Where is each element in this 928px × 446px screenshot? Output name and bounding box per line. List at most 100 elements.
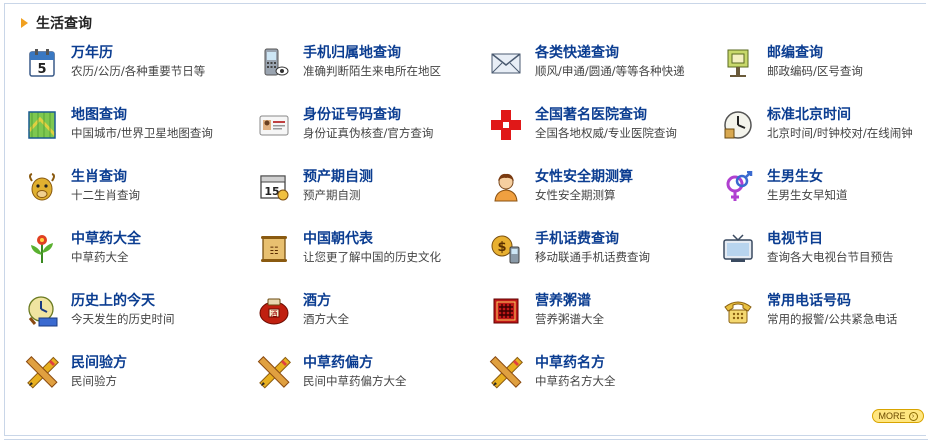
service-title-link[interactable]: 预产期自测 <box>303 168 373 186</box>
calendar-icon[interactable]: 5 <box>25 46 59 80</box>
service-text: 生肖查询 十二生肖查询 <box>71 168 140 204</box>
service-text: 各类快递查询顺风/申通/圆通/等等各种快递 <box>535 44 685 80</box>
service-title-link[interactable]: 手机话费查询 <box>535 230 650 248</box>
grid-row: 地图查询中国城市/世界卫星地图查询 身份证号码查询 身份证真伪核查/官方查询 全国著名… <box>25 106 925 156</box>
service-title-link[interactable]: 生肖查询 <box>71 168 140 186</box>
service-title-link[interactable]: 各类快递查询 <box>535 44 685 62</box>
service-text: 营养粥谱 营养粥谱大全 <box>535 292 604 328</box>
herb-icon[interactable] <box>25 232 59 266</box>
pencil-ruler-icon[interactable] <box>25 356 59 390</box>
service-title-link[interactable]: 身份证号码查询 <box>303 106 433 124</box>
svg-text:15: 15 <box>264 185 279 198</box>
service-title-link[interactable]: 地图查询 <box>71 106 213 124</box>
service-item[interactable]: 常用电话号码 常用的报警/公共紧急电话 <box>721 292 928 342</box>
service-description: 预产期自测 <box>303 188 361 202</box>
service-title-link[interactable]: 常用电话号码 <box>767 292 897 310</box>
service-description: 邮政编码/区号查询 <box>767 64 863 78</box>
red-cross-icon[interactable] <box>489 108 523 142</box>
service-item[interactable]: 中草药大全 中草药大全 <box>25 230 255 280</box>
history-icon[interactable] <box>25 294 59 328</box>
bottom-divider <box>4 439 928 440</box>
service-item[interactable]: 女性安全期测算 女性安全期测算 <box>489 168 719 218</box>
service-text: 全国著名医院查询 全国各地权威/专业医院查询 <box>535 106 677 142</box>
service-title-link[interactable]: 中草药大全 <box>71 230 141 248</box>
service-description: 今天发生的历史时间 <box>71 312 175 326</box>
mobile-phone-icon[interactable] <box>257 46 291 80</box>
service-title-link[interactable]: 酒方 <box>303 292 349 310</box>
service-item[interactable]: 中草药偏方民间中草药偏方大全 <box>257 354 487 404</box>
id-card-icon[interactable] <box>257 108 291 142</box>
scroll-icon[interactable]: ☷ <box>257 232 291 266</box>
mailbox-icon[interactable] <box>721 46 755 80</box>
service-description: 中国城市/世界卫星地图查询 <box>71 126 213 140</box>
service-description: 生男生女早知道 <box>767 188 848 202</box>
service-title-link[interactable]: 中草药名方 <box>535 354 616 372</box>
service-description: 顺风/申通/圆通/等等各种快递 <box>535 64 685 78</box>
clock-icon[interactable] <box>721 108 755 142</box>
triangle-bullet-icon <box>21 18 28 28</box>
tv-icon[interactable] <box>721 232 755 266</box>
service-item[interactable]: 生肖查询 十二生肖查询 <box>25 168 255 218</box>
service-title-link[interactable]: 万年历 <box>71 44 205 62</box>
service-description: 女性安全期测算 <box>535 188 616 202</box>
service-title-link[interactable]: 生男生女 <box>767 168 848 186</box>
service-item[interactable]: 民间验方 民间验方 <box>25 354 255 404</box>
service-item[interactable]: 各类快递查询顺风/申通/圆通/等等各种快递 <box>489 44 719 94</box>
service-title-link[interactable]: 标准北京时间 <box>767 106 913 124</box>
service-item[interactable]: 邮编查询邮政编码/区号查询 <box>721 44 928 94</box>
envelope-icon[interactable] <box>489 46 523 80</box>
service-item[interactable]: $ 手机话费查询 移动联通手机话费查询 <box>489 230 719 280</box>
grid-row: 生肖查询 十二生肖查询 15 预产期自测 预产期自测 女性安全期测算 女性安全期测算 生男生女… <box>25 168 925 218</box>
more-button[interactable]: MORE › <box>872 409 924 423</box>
telephone-icon[interactable] <box>721 294 755 328</box>
service-text: 女性安全期测算 女性安全期测算 <box>535 168 633 204</box>
service-item[interactable]: 营养粥谱 营养粥谱大全 <box>489 292 719 342</box>
service-title-link[interactable]: 手机归属地查询 <box>303 44 441 62</box>
service-title-link[interactable]: 民间验方 <box>71 354 127 372</box>
money-phone-icon[interactable]: $ <box>489 232 523 266</box>
service-item[interactable]: 手机归属地查询 准确判断陌生来电所在地区 <box>257 44 487 94</box>
service-item[interactable]: 历史上的今天今天发生的历史时间 <box>25 292 255 342</box>
service-title-link[interactable]: 全国著名医院查询 <box>535 106 677 124</box>
service-item[interactable]: 酒 酒方 酒方大全 <box>257 292 487 342</box>
service-title-link[interactable]: 邮编查询 <box>767 44 863 62</box>
woman-icon[interactable] <box>489 170 523 204</box>
service-item[interactable]: 标准北京时间 北京时间/时钟校对/在线闹钟 <box>721 106 928 156</box>
service-item[interactable]: 15 预产期自测 预产期自测 <box>257 168 487 218</box>
service-item[interactable]: 地图查询中国城市/世界卫星地图查询 <box>25 106 255 156</box>
service-title-link[interactable]: 营养粥谱 <box>535 292 604 310</box>
more-label: MORE <box>878 411 906 421</box>
date-calendar-icon[interactable]: 15 <box>257 170 291 204</box>
service-item[interactable]: 生男生女生男生女早知道 <box>721 168 928 218</box>
service-title-link[interactable]: 女性安全期测算 <box>535 168 633 186</box>
service-text: 中草药偏方民间中草药偏方大全 <box>303 354 407 390</box>
service-item[interactable]: ☷ 中国朝代表 让您更了解中国的历史文化 <box>257 230 487 280</box>
service-description: 中草药名方大全 <box>535 374 616 388</box>
map-icon[interactable] <box>25 108 59 142</box>
svg-text:5: 5 <box>37 62 46 77</box>
service-title-link[interactable]: 中国朝代表 <box>303 230 441 248</box>
service-item[interactable]: 身份证号码查询 身份证真伪核查/官方查询 <box>257 106 487 156</box>
service-title-link[interactable]: 电视节目 <box>767 230 894 248</box>
ox-icon[interactable] <box>25 170 59 204</box>
wine-jar-icon[interactable]: 酒 <box>257 294 291 328</box>
service-text: 身份证号码查询 身份证真伪核查/官方查询 <box>303 106 433 142</box>
svg-text:$: $ <box>497 240 506 255</box>
service-text: 历史上的今天今天发生的历史时间 <box>71 292 175 328</box>
pencil-ruler-icon[interactable] <box>489 356 523 390</box>
service-item[interactable]: 电视节目 查询各大电视台节目预告 <box>721 230 928 280</box>
service-text: 手机话费查询 移动联通手机话费查询 <box>535 230 650 266</box>
svg-text:酒: 酒 <box>271 310 278 318</box>
gender-icon[interactable] <box>721 170 755 204</box>
service-item[interactable]: 中草药名方中草药名方大全 <box>489 354 719 404</box>
service-item[interactable]: 5 万年历 农历/公历/各种重要节日等 <box>25 44 255 94</box>
service-text: 生男生女生男生女早知道 <box>767 168 848 204</box>
porridge-icon[interactable] <box>489 294 523 328</box>
service-description: 民间中草药偏方大全 <box>303 374 407 388</box>
pencil-ruler-icon[interactable] <box>257 356 291 390</box>
service-title-link[interactable]: 中草药偏方 <box>303 354 407 372</box>
service-title-link[interactable]: 历史上的今天 <box>71 292 175 310</box>
grid-row: 历史上的今天 今天发生的历史时间酒酒方 酒方大全 营养粥谱 营养粥谱大全 常用电话号码 常用… <box>25 292 925 342</box>
service-text: 邮编查询邮政编码/区号查询 <box>767 44 863 80</box>
service-item[interactable]: 全国著名医院查询 全国各地权威/专业医院查询 <box>489 106 719 156</box>
